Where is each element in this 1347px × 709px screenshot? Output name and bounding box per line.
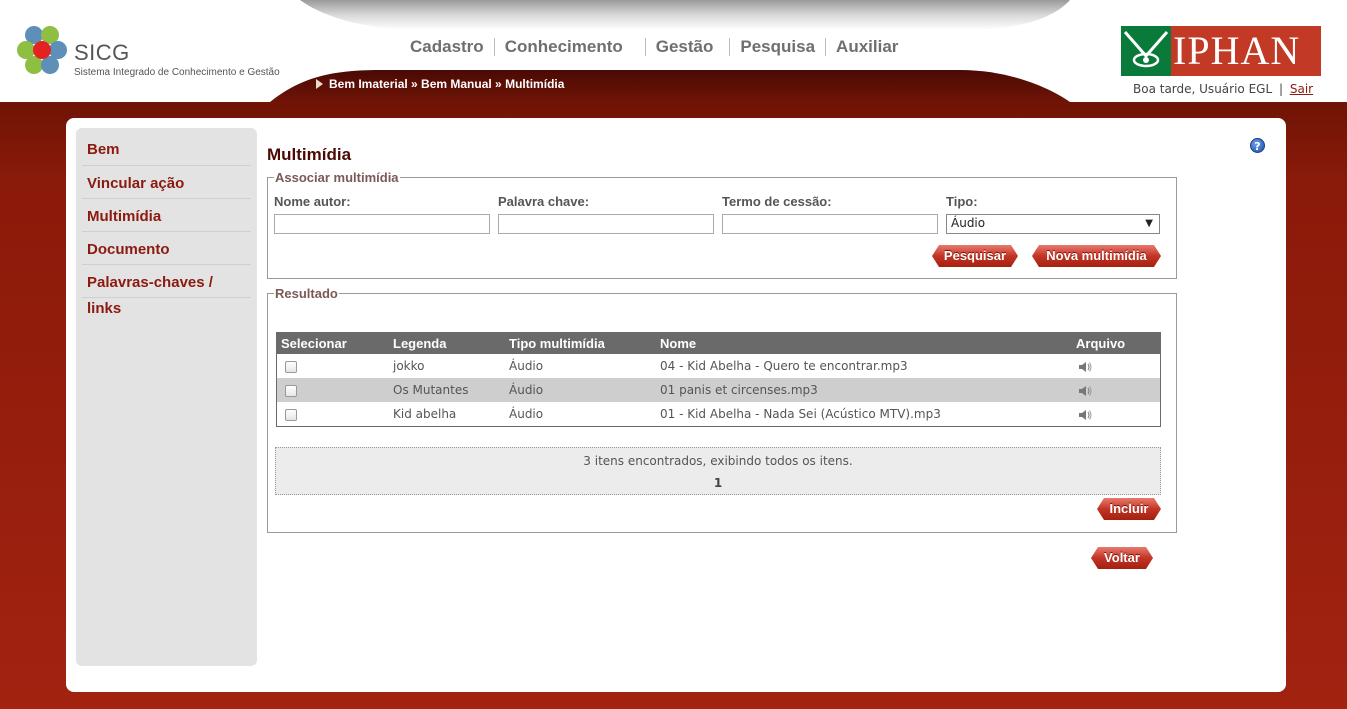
help-icon[interactable]: ? — [1250, 138, 1265, 153]
select-cell — [277, 402, 390, 427]
keyword-label: Palavra chave: — [498, 194, 590, 209]
sidebar-item-multimidia[interactable]: Multimídia — [82, 199, 251, 232]
results-table: Selecionar Legenda Tipo multimídia Nome … — [276, 332, 1161, 427]
column-header-arquivo[interactable]: Arquivo — [1072, 332, 1161, 354]
sidebar-item-bem[interactable]: Bem — [82, 128, 251, 166]
results-fieldset: Resultado Selecionar Legenda Tipo multim… — [267, 286, 1177, 533]
table-row: jokko Áudio 04 - Kid Abelha - Quero te e… — [277, 354, 1161, 378]
table-row: Kid abelha Áudio 01 - Kid Abelha - Nada … — [277, 402, 1161, 427]
search-button[interactable]: Pesquisar — [932, 245, 1018, 267]
app-header: SICG Sistema Integrado de Conhecimento e… — [0, 0, 1347, 102]
table-row: Os Mutantes Áudio 01 panis et circenses.… — [276, 378, 1161, 402]
search-legend: Associar multimídia — [274, 170, 400, 185]
speaker-icon[interactable] — [1078, 409, 1092, 421]
nav-conhecimento[interactable]: Conhecimento — [495, 37, 645, 57]
sidebar-item-vincular-acao[interactable]: Vincular ação — [82, 166, 251, 199]
greeting-text: Boa tarde, Usuário EGL — [1133, 82, 1273, 96]
legenda-cell: Kid abelha — [393, 407, 457, 421]
type-field-group: Tipo: Áudio ▼ — [946, 194, 1160, 234]
page-title: Multimídia — [267, 145, 352, 164]
sidebar-item-palavras-chaves-links[interactable]: Palavras-chaves / links — [82, 265, 251, 317]
main-panel: ? Bem Vincular ação Multimídia Documento… — [66, 118, 1286, 692]
nome-cell: 01 panis et circenses.mp3 — [656, 378, 1072, 402]
row-checkbox[interactable] — [285, 384, 297, 397]
nome-cell: 01 - Kid Abelha - Nada Sei (Acústico MTV… — [660, 407, 941, 421]
nav-gestao[interactable]: Gestão — [646, 37, 730, 57]
author-label: Nome autor: — [274, 194, 351, 209]
row-checkbox[interactable] — [285, 360, 297, 373]
iphan-logo[interactable]: IPHAN — [1121, 26, 1321, 76]
column-header-tipo[interactable]: Tipo multimídia — [505, 332, 656, 354]
author-input[interactable] — [274, 214, 490, 234]
type-select[interactable]: Áudio ▼ — [946, 214, 1160, 234]
search-fieldset: Associar multimídia Nome autor: Palavra … — [267, 170, 1177, 279]
logo-title: SICG — [74, 40, 130, 65]
breadcrumb-arrow-icon — [316, 79, 323, 89]
pagination-summary: 3 itens encontrados, exibindo todos os i… — [583, 454, 853, 468]
sidebar-item-documento[interactable]: Documento — [82, 232, 251, 265]
top-navigation: Cadastro Conhecimento Gestão Pesquisa Au… — [400, 37, 908, 57]
pagination-panel: 3 itens encontrados, exibindo todos os i… — [275, 447, 1161, 495]
user-greeting: Boa tarde, Usuário EGL | Sair — [1133, 82, 1313, 96]
legenda-cell: Os Mutantes — [389, 378, 505, 402]
speaker-icon[interactable] — [1078, 385, 1092, 397]
column-header-legenda[interactable]: Legenda — [389, 332, 505, 354]
column-header-nome[interactable]: Nome — [656, 332, 1072, 354]
legenda-cell: jokko — [393, 359, 425, 373]
breadcrumb-text[interactable]: Bem Imaterial » Bem Manual » Multimídia — [329, 77, 564, 91]
column-header-selecionar[interactable]: Selecionar — [276, 332, 389, 354]
arquivo-cell — [1072, 402, 1161, 427]
arquivo-cell — [1072, 354, 1161, 378]
row-checkbox[interactable] — [285, 408, 297, 421]
arquivo-cell — [1072, 378, 1161, 402]
back-button[interactable]: Voltar — [1091, 547, 1153, 569]
chevron-down-icon: ▼ — [1145, 218, 1153, 229]
logout-link[interactable]: Sair — [1290, 82, 1313, 96]
nav-auxiliar[interactable]: Auxiliar — [826, 37, 908, 57]
sidebar: Bem Vincular ação Multimídia Documento P… — [76, 128, 257, 666]
type-select-value: Áudio — [951, 216, 986, 230]
table-header-row: Selecionar Legenda Tipo multimídia Nome … — [276, 332, 1161, 354]
author-field-group: Nome autor: — [274, 194, 490, 234]
term-input[interactable] — [722, 214, 938, 234]
tipo-cell: Áudio — [509, 359, 544, 373]
pagination-page-1[interactable]: 1 — [276, 476, 1160, 490]
results-legend: Resultado — [274, 286, 339, 301]
iphan-emblem-icon — [1121, 26, 1171, 76]
keyword-input[interactable] — [498, 214, 714, 234]
type-label: Tipo: — [946, 194, 978, 209]
new-multimedia-button[interactable]: Nova multimídia — [1032, 245, 1161, 267]
speaker-icon[interactable] — [1078, 361, 1092, 373]
include-button[interactable]: Incluir — [1097, 498, 1161, 520]
tipo-cell: Áudio — [509, 407, 544, 421]
sicg-logo-icon — [17, 26, 67, 74]
tipo-cell: Áudio — [505, 378, 656, 402]
select-cell — [277, 354, 390, 378]
breadcrumb: Bem Imaterial » Bem Manual » Multimídia — [316, 77, 564, 91]
nav-cadastro[interactable]: Cadastro — [400, 37, 494, 57]
term-label: Termo de cessão: — [722, 194, 832, 209]
select-cell — [276, 378, 389, 402]
keyword-field-group: Palavra chave: — [498, 194, 714, 234]
iphan-logo-text: IPHAN — [1173, 28, 1301, 73]
nome-cell: 04 - Kid Abelha - Quero te encontrar.mp3 — [660, 359, 908, 373]
term-field-group: Termo de cessão: — [722, 194, 938, 234]
greeting-separator: | — [1278, 82, 1284, 96]
nav-pesquisa[interactable]: Pesquisa — [730, 37, 825, 57]
logo-subtitle: Sistema Integrado de Conhecimento e Gest… — [74, 67, 280, 78]
